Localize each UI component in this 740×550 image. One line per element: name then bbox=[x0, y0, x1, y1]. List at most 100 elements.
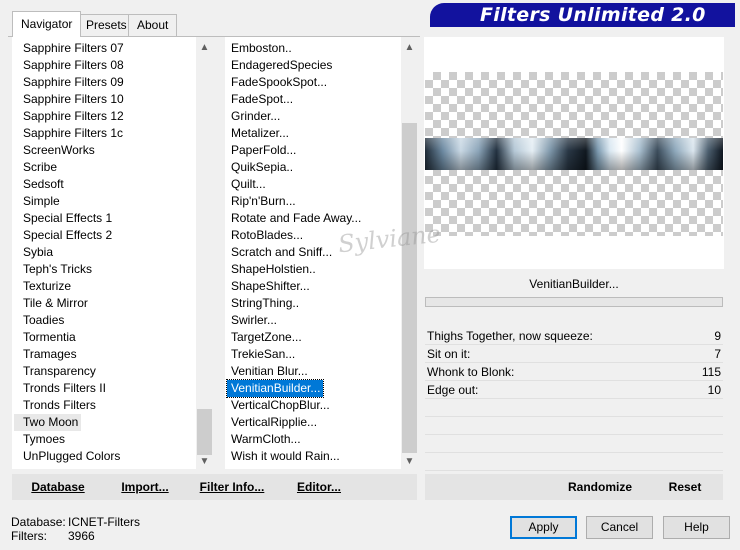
list-item[interactable]: VerticalChopBlur... bbox=[225, 397, 330, 414]
list-item[interactable]: Simple bbox=[12, 193, 60, 210]
list-item[interactable]: Teph's Tricks bbox=[12, 261, 92, 278]
list-item[interactable]: Swirler... bbox=[225, 312, 277, 329]
param-row-empty bbox=[425, 399, 723, 417]
list-item[interactable]: FadeSpot... bbox=[225, 91, 293, 108]
list-item[interactable]: Sapphire Filters 07 bbox=[12, 40, 124, 57]
list-item[interactable]: Toadies bbox=[12, 312, 64, 329]
list-item[interactable]: ShapeShifter... bbox=[225, 278, 310, 295]
scroll-thumb[interactable] bbox=[197, 409, 212, 455]
list-item[interactable]: ScreenWorks bbox=[12, 142, 95, 159]
filter-info-button[interactable]: Filter Info... bbox=[196, 474, 268, 500]
list-item[interactable]: Sybia bbox=[12, 244, 53, 261]
list-item[interactable]: TrekieSan... bbox=[225, 346, 295, 363]
tab-navigator[interactable]: Navigator bbox=[12, 11, 82, 37]
list-item[interactable]: Tronds Filters II bbox=[12, 380, 106, 397]
list-item[interactable]: Texturize bbox=[12, 278, 71, 295]
app-banner: Filters Unlimited 2.0 bbox=[430, 3, 735, 27]
list-item[interactable]: Special Effects 2 bbox=[12, 227, 112, 244]
list-item[interactable]: Rotate and Fade Away... bbox=[225, 210, 361, 227]
param-row[interactable]: Thighs Together, now squeeze: 9 bbox=[425, 327, 723, 345]
list-item[interactable]: StringThing.. bbox=[225, 295, 299, 312]
param-label: Whonk to Blonk: bbox=[427, 365, 515, 379]
list-item[interactable]: FadeSpookSpot... bbox=[225, 74, 327, 91]
list-item[interactable]: Sapphire Filters 09 bbox=[12, 74, 124, 91]
database-status-label: Database: bbox=[11, 515, 66, 529]
list-item[interactable]: VerticalRipplie... bbox=[225, 414, 317, 431]
list-item[interactable]: QuikSepia.. bbox=[225, 159, 293, 176]
list-item[interactable]: ShapeHolstien.. bbox=[225, 261, 316, 278]
list-item[interactable]: Rip'n'Burn... bbox=[225, 193, 296, 210]
param-row-empty bbox=[425, 417, 723, 435]
list-item[interactable]: Tramages bbox=[12, 346, 77, 363]
list-item[interactable]: Sapphire Filters 10 bbox=[12, 91, 124, 108]
cancel-button[interactable]: Cancel bbox=[586, 516, 653, 539]
param-row[interactable]: Sit on it: 7 bbox=[425, 345, 723, 363]
list-item[interactable]: TargetZone... bbox=[225, 329, 302, 346]
param-value[interactable]: 10 bbox=[708, 381, 721, 399]
scroll-up-icon[interactable]: ▲ bbox=[401, 39, 418, 56]
list-item[interactable]: Scratch and Sniff... bbox=[225, 244, 332, 261]
list-item[interactable]: Tronds Filters bbox=[12, 397, 96, 414]
list-item[interactable]: WarmCloth... bbox=[225, 431, 301, 448]
list-item[interactable]: RotoBlades... bbox=[225, 227, 303, 244]
param-label: Edge out: bbox=[427, 383, 479, 397]
param-row-empty bbox=[425, 453, 723, 471]
list-item[interactable]: Sedsoft bbox=[12, 176, 64, 193]
import-button[interactable]: Import... bbox=[112, 474, 178, 500]
list-item[interactable]: EndageredSpecies bbox=[225, 57, 332, 74]
database-button[interactable]: Database bbox=[20, 474, 96, 500]
list-item[interactable]: Emboston.. bbox=[225, 40, 292, 57]
parameter-list: Thighs Together, now squeeze: 9 Sit on i… bbox=[425, 327, 723, 471]
list-item[interactable]: Special Effects 1 bbox=[12, 210, 112, 227]
param-value[interactable]: 115 bbox=[702, 363, 721, 381]
progress-bar bbox=[425, 297, 723, 307]
tab-about[interactable]: About bbox=[128, 14, 178, 36]
filter-scrollbar[interactable]: ▲ ▼ bbox=[401, 37, 418, 469]
list-item[interactable]: Grinder... bbox=[225, 108, 280, 125]
param-row[interactable]: Whonk to Blonk: 115 bbox=[425, 363, 723, 381]
param-label: Thighs Together, now squeeze: bbox=[427, 329, 593, 343]
list-item[interactable]: Wish it would Rain... bbox=[225, 448, 340, 465]
apply-button[interactable]: Apply bbox=[510, 516, 577, 539]
list-item[interactable]: Tymoes bbox=[12, 431, 65, 448]
editor-button[interactable]: Editor... bbox=[290, 474, 348, 500]
help-button[interactable]: Help bbox=[663, 516, 730, 539]
filter-title: VenitianBuilder... bbox=[425, 273, 723, 296]
scroll-thumb[interactable] bbox=[402, 123, 417, 453]
editor-label: Editor... bbox=[296, 480, 341, 494]
param-label: Sit on it: bbox=[427, 347, 471, 361]
param-value[interactable]: 7 bbox=[714, 345, 721, 363]
list-item[interactable]: Scribe bbox=[12, 159, 57, 176]
list-item[interactable]: Transparency bbox=[12, 363, 96, 380]
category-scrollbar[interactable]: ▲ ▼ bbox=[196, 37, 213, 469]
list-item[interactable]: Quilt... bbox=[225, 176, 266, 193]
list-item[interactable]: Sapphire Filters 12 bbox=[12, 108, 124, 125]
reset-button[interactable]: Reset bbox=[658, 474, 712, 500]
param-value[interactable]: 9 bbox=[714, 327, 721, 345]
list-item[interactable]: Sapphire Filters 1c bbox=[12, 125, 123, 142]
database-label: Database bbox=[31, 480, 85, 494]
list-item[interactable]: VenitianBuilder... bbox=[225, 379, 325, 398]
randomize-button[interactable]: Randomize bbox=[560, 474, 640, 500]
param-row[interactable]: Edge out: 10 bbox=[425, 381, 723, 399]
preview-image bbox=[425, 138, 723, 170]
category-list[interactable]: Sapphire Filters 07 Sapphire Filters 08 Sa… bbox=[12, 37, 196, 469]
database-status-value: ICNET-Filters bbox=[68, 515, 140, 529]
list-item[interactable]: Tile & Mirror bbox=[12, 295, 88, 312]
list-item[interactable]: Sapphire Filters 08 bbox=[12, 57, 124, 74]
list-item[interactable]: PaperFold... bbox=[225, 142, 296, 159]
param-row-empty bbox=[425, 435, 723, 453]
list-item[interactable]: Tormentia bbox=[12, 329, 76, 346]
list-item[interactable]: Venitian Blur... bbox=[225, 363, 308, 380]
filters-count-label: Filters: bbox=[11, 529, 47, 543]
filter-info-label: Filter Info... bbox=[199, 480, 265, 494]
list-item[interactable]: Two Moon bbox=[14, 414, 82, 431]
scroll-down-icon[interactable]: ▼ bbox=[401, 453, 418, 470]
scroll-up-icon[interactable]: ▲ bbox=[196, 39, 213, 56]
filters-count-value: 3966 bbox=[68, 529, 95, 543]
list-item[interactable]: UnPlugged Colors bbox=[12, 448, 120, 465]
scroll-down-icon[interactable]: ▼ bbox=[196, 453, 213, 470]
tab-presets[interactable]: Presets bbox=[77, 14, 136, 36]
import-label: Import... bbox=[121, 480, 169, 494]
list-item[interactable]: Metalizer... bbox=[225, 125, 289, 142]
